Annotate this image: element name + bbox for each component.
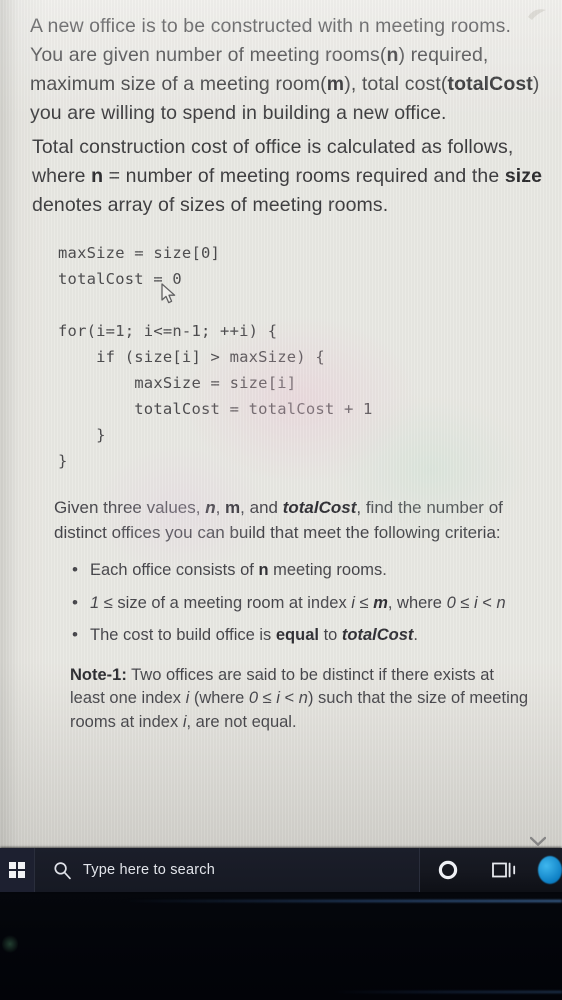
chevron-down-icon[interactable]: [530, 836, 546, 846]
paragraph-task-given: Given three values, n, m, and totalCost,…: [54, 498, 503, 542]
photo-frame: A new office is to be constructed with n…: [0, 0, 562, 1000]
glass-smudge-artifact: [528, 9, 546, 20]
cortana-button[interactable]: [420, 848, 476, 892]
problem-statement-document: A new office is to be constructed with n…: [0, 0, 562, 734]
list-item: 1 ≤ size of a meeting room at index i ≤ …: [70, 591, 540, 616]
windows-taskbar: Type here to search: [0, 848, 562, 892]
cortana-circle-icon: [438, 860, 458, 880]
task-view-button[interactable]: [476, 848, 532, 892]
search-placeholder-text: Type here to search: [83, 862, 215, 878]
mouse-cursor-icon: [161, 283, 176, 304]
document-viewport[interactable]: A new office is to be constructed with n…: [0, 0, 562, 848]
criteria-list: Each office consists of n meeting rooms.…: [70, 558, 540, 648]
windows-logo-icon: [9, 862, 25, 878]
paragraph-cost-formula-description: Total construction cost of office is cal…: [32, 136, 543, 216]
note-1-paragraph: Note-1: Two offices are said to be disti…: [70, 665, 529, 731]
task-view-icon: [492, 862, 516, 878]
list-item: Each office consists of n meeting rooms.: [70, 558, 540, 583]
edge-browser-icon: [538, 856, 562, 884]
paragraph-intro: A new office is to be constructed with n…: [30, 15, 540, 124]
edge-button[interactable]: [532, 848, 562, 892]
list-item: The cost to build office is equal to tot…: [70, 623, 540, 648]
bezel-reflection: [330, 991, 562, 993]
monitor-bezel: [0, 892, 562, 1000]
start-button[interactable]: [0, 848, 34, 892]
bezel-speck-artifact: [2, 934, 18, 954]
search-icon: [54, 861, 71, 879]
search-input[interactable]: Type here to search: [34, 848, 420, 892]
bezel-reflection: [120, 900, 562, 902]
pseudocode-block: maxSize = size[0] totalCost = 0 for(i=1;…: [58, 244, 373, 470]
